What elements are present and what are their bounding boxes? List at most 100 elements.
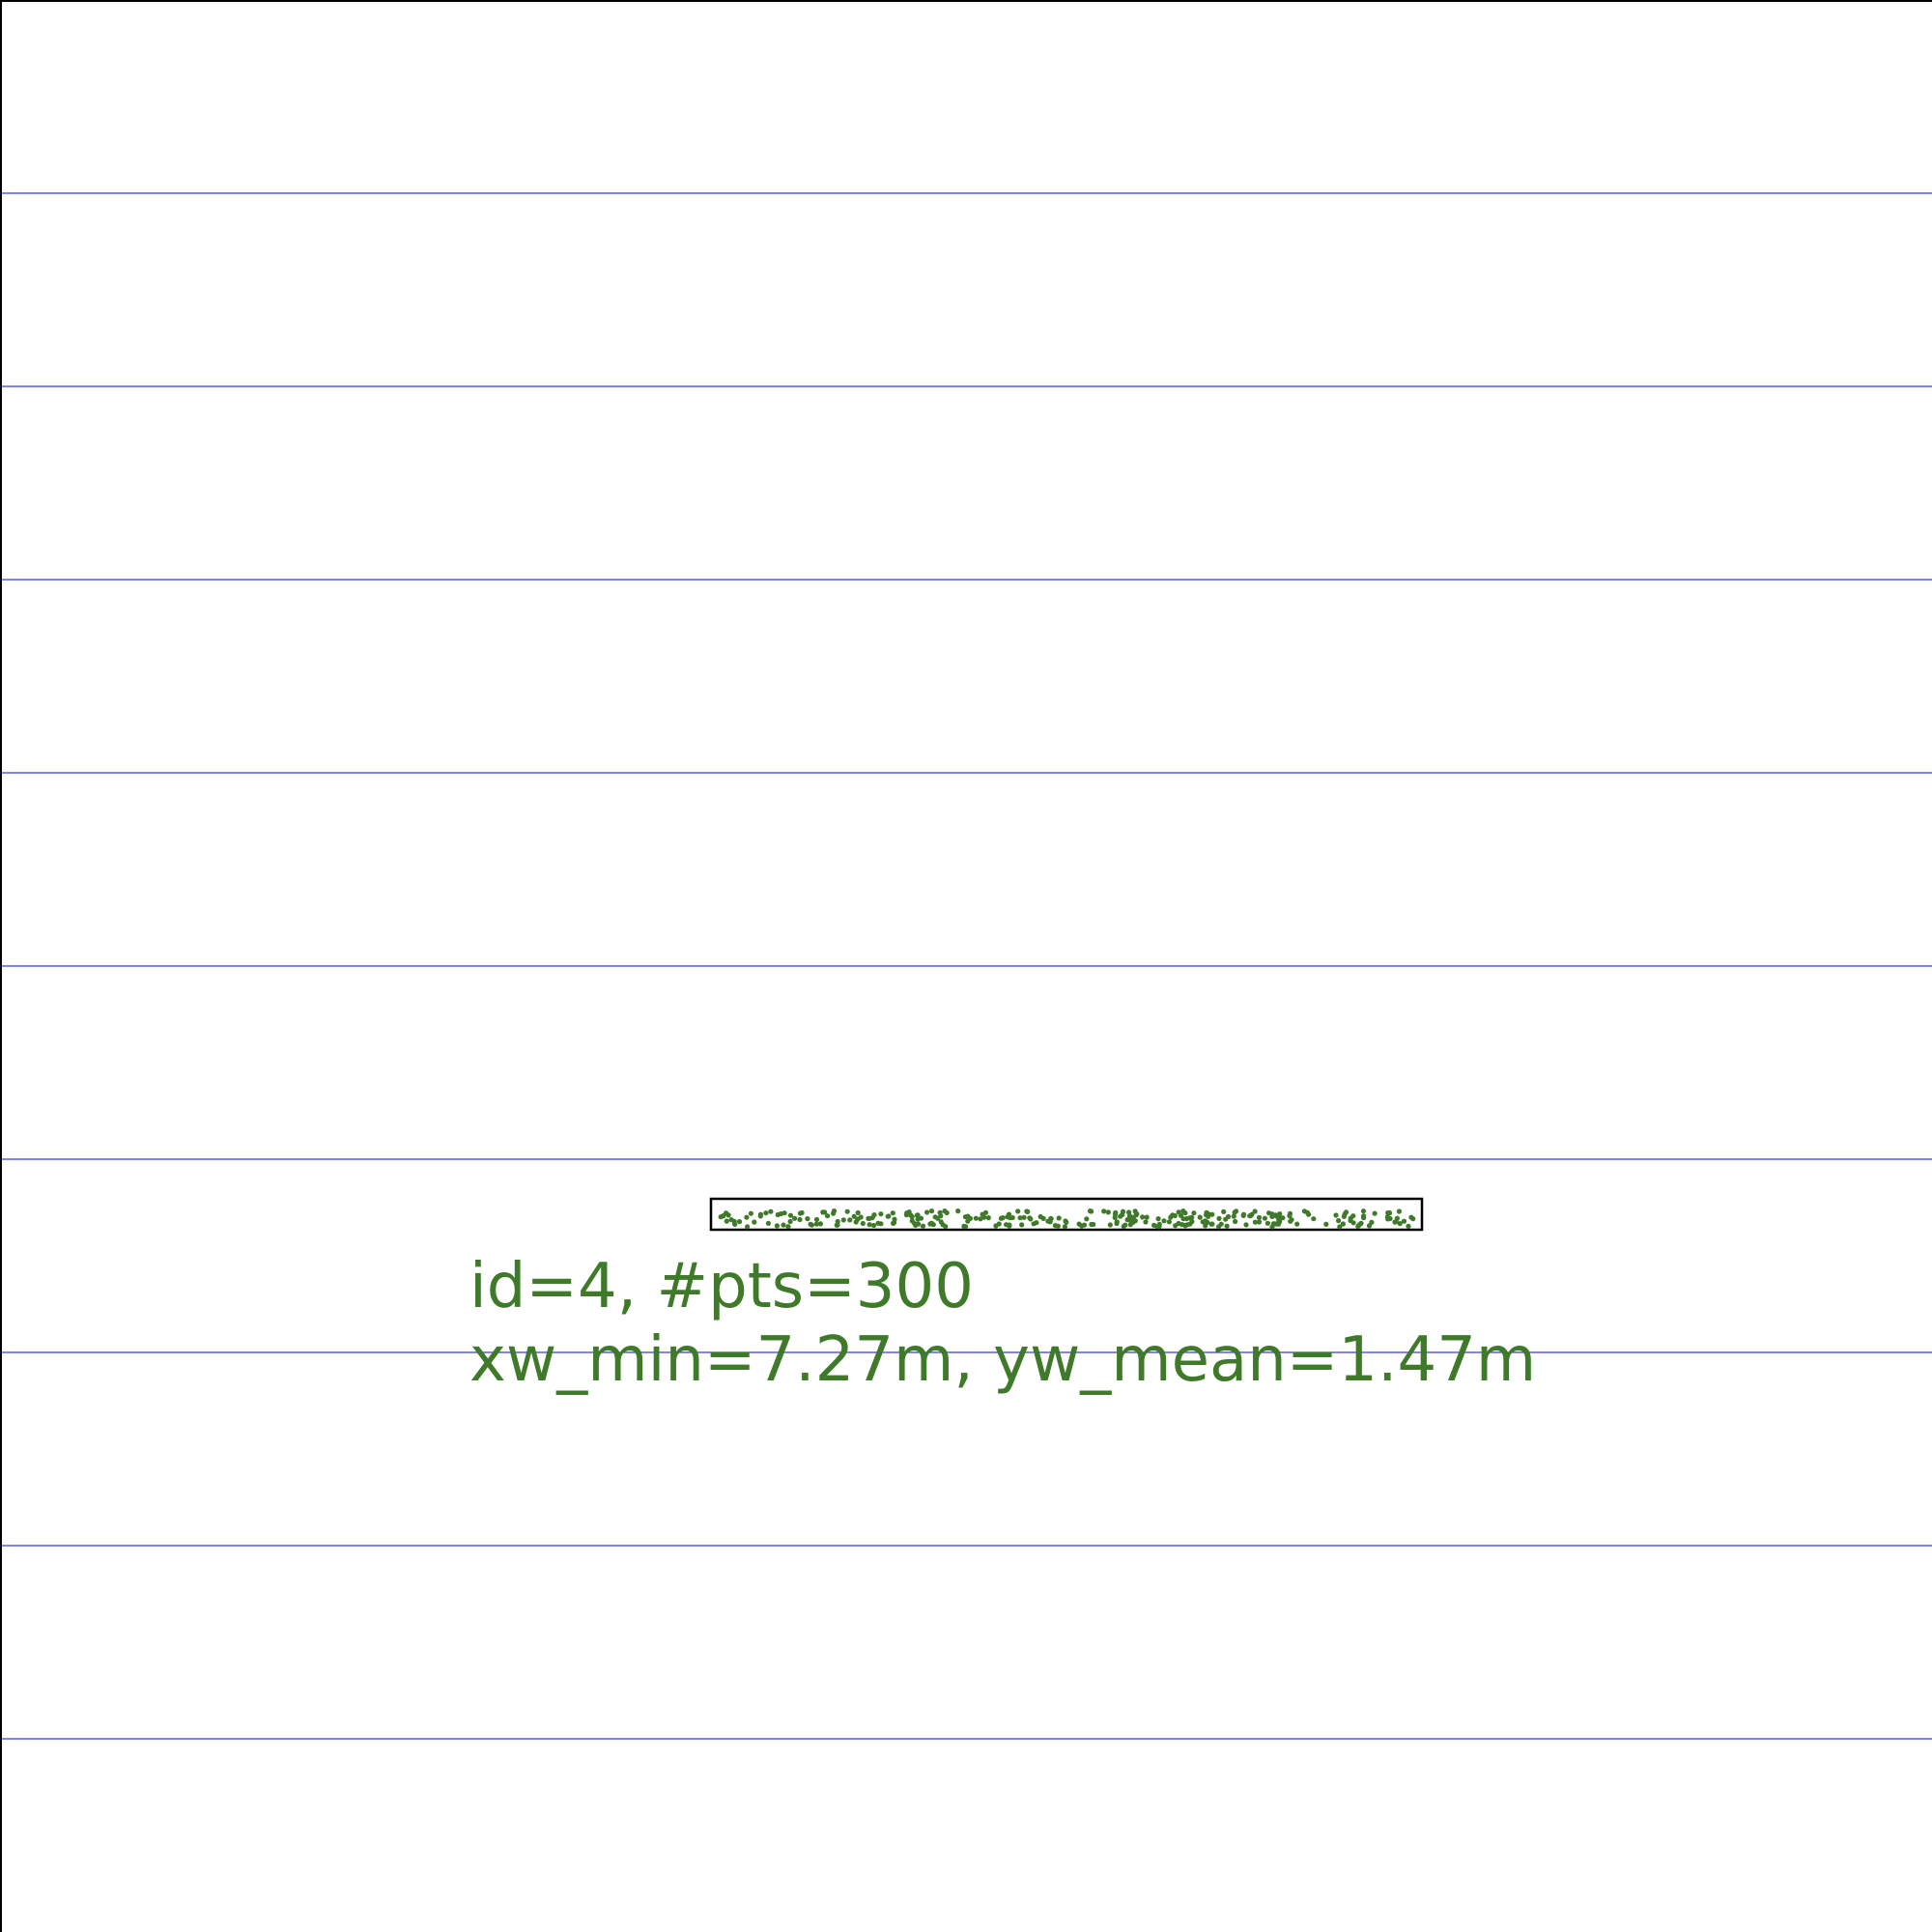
cluster-point <box>752 1219 757 1225</box>
cluster-point <box>1221 1208 1227 1214</box>
cluster-point <box>805 1216 810 1222</box>
cluster-point <box>844 1208 850 1214</box>
cluster-point <box>1256 1214 1263 1221</box>
cluster-point <box>928 1221 934 1227</box>
cluster-point <box>1130 1219 1136 1225</box>
cluster-point <box>1056 1215 1062 1221</box>
cluster-point <box>1355 1223 1361 1229</box>
cluster-point <box>1009 1214 1015 1221</box>
cluster-point <box>938 1213 944 1219</box>
cluster-point <box>1112 1214 1118 1220</box>
cluster-point <box>875 1220 881 1226</box>
cluster-point <box>903 1212 910 1218</box>
cluster-point <box>724 1218 729 1224</box>
cluster-point <box>1294 1221 1300 1227</box>
cluster-point <box>1311 1216 1317 1222</box>
cluster-point <box>1406 1223 1411 1229</box>
cluster-point <box>1118 1213 1123 1219</box>
cluster-point <box>1233 1218 1238 1225</box>
cluster-point <box>1027 1215 1033 1221</box>
cluster-point <box>1277 1211 1283 1217</box>
cluster-point <box>1064 1219 1069 1225</box>
cluster-point <box>943 1224 949 1230</box>
cluster-point <box>1105 1209 1111 1215</box>
cluster-point <box>1166 1219 1172 1225</box>
cluster-point <box>961 1223 967 1229</box>
cluster-point <box>855 1209 861 1216</box>
cluster-point <box>831 1210 837 1216</box>
cluster-point <box>721 1213 726 1219</box>
cluster-point <box>858 1214 864 1220</box>
cluster-point <box>918 1215 924 1221</box>
cluster-point <box>774 1223 781 1229</box>
cluster-point <box>1062 1224 1067 1230</box>
cluster-point <box>1333 1212 1339 1218</box>
cluster-point <box>1234 1208 1239 1214</box>
cluster-point <box>869 1215 875 1221</box>
cluster-point <box>781 1222 786 1228</box>
cluster-point <box>745 1224 751 1230</box>
cluster-point <box>1224 1223 1230 1229</box>
cluster-point <box>808 1221 813 1227</box>
cluster-point <box>757 1211 764 1217</box>
cluster-point <box>1218 1221 1224 1227</box>
cluster-point <box>1144 1214 1150 1220</box>
cluster-point <box>765 1220 772 1226</box>
cluster-point <box>1306 1211 1312 1217</box>
cluster-point <box>1209 1211 1215 1217</box>
cluster-point <box>1256 1219 1263 1225</box>
cluster-point <box>1015 1208 1021 1214</box>
cluster-point <box>1143 1219 1149 1225</box>
cluster-point <box>885 1213 891 1219</box>
cluster-point <box>785 1224 791 1230</box>
cluster-point <box>1052 1223 1058 1229</box>
cluster-point <box>1091 1221 1096 1228</box>
cluster-point <box>1087 1208 1094 1214</box>
cluster-point <box>1120 1208 1126 1214</box>
cluster-point <box>1396 1208 1402 1214</box>
cluster-point <box>1113 1209 1119 1215</box>
cluster-point <box>1182 1210 1188 1216</box>
cluster-point <box>851 1213 857 1219</box>
cluster-point <box>1240 1212 1246 1218</box>
cluster-point <box>736 1219 743 1225</box>
cluster-point <box>1350 1213 1356 1219</box>
cluster-point <box>982 1209 989 1215</box>
cluster-point <box>1170 1212 1176 1218</box>
cluster-point <box>1203 1223 1208 1229</box>
cluster-point <box>1266 1210 1272 1216</box>
cluster-point <box>1021 1214 1027 1220</box>
cluster-point <box>1114 1220 1120 1227</box>
cluster-point <box>820 1209 826 1215</box>
cluster-point <box>1156 1221 1162 1227</box>
cluster-point <box>1275 1221 1281 1227</box>
cluster-point <box>744 1214 750 1220</box>
cluster-point <box>797 1216 803 1223</box>
cluster-point <box>1019 1222 1025 1228</box>
cluster-point <box>847 1217 853 1223</box>
cluster-point <box>748 1210 754 1216</box>
cluster-point <box>1024 1208 1030 1214</box>
cluster-point <box>1140 1214 1146 1220</box>
cluster-point <box>1340 1221 1346 1227</box>
cluster-point <box>778 1210 784 1217</box>
cluster-point <box>835 1218 840 1225</box>
cluster-point <box>1385 1209 1391 1216</box>
cluster-point <box>1223 1216 1229 1222</box>
cluster-point <box>1176 1220 1181 1227</box>
cluster-point <box>797 1210 804 1216</box>
cluster-point <box>840 1217 846 1223</box>
cluster-point <box>1005 1214 1010 1220</box>
cluster-point <box>1289 1217 1294 1223</box>
cluster-point <box>913 1222 919 1228</box>
cluster-point <box>1079 1223 1085 1229</box>
cluster-point <box>1360 1208 1367 1214</box>
cluster-point <box>1216 1215 1222 1221</box>
cluster-point <box>1336 1218 1342 1224</box>
cluster-point <box>787 1212 794 1218</box>
cluster-point <box>1101 1208 1107 1214</box>
cluster-point <box>792 1215 798 1221</box>
cluster-point <box>763 1210 769 1216</box>
cluster-point <box>1408 1214 1414 1220</box>
cluster-point <box>1180 1216 1186 1222</box>
